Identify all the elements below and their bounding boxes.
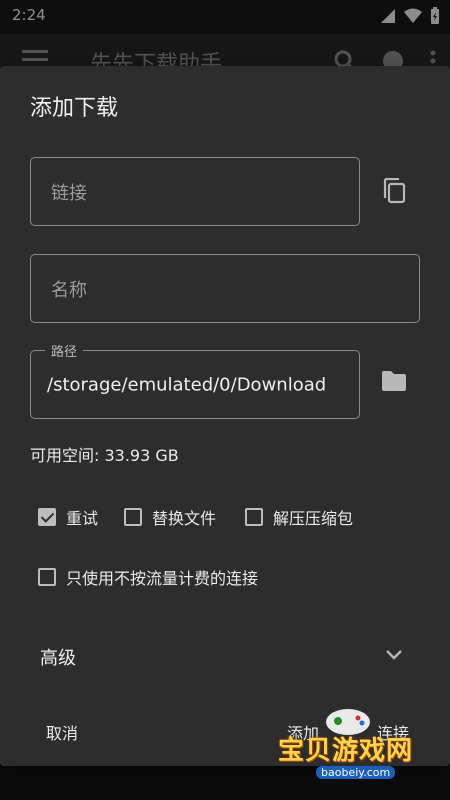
cancel-button[interactable]: 取消 [46, 720, 78, 744]
name-input[interactable]: 名称 [30, 254, 420, 323]
dialog-title: 添加下载 [30, 96, 119, 121]
retry-checkbox[interactable]: 重试 [38, 505, 98, 529]
unzip-checkbox-box[interactable] [245, 508, 263, 526]
watermark-logo: 宝贝游戏网 baobeiy.com [268, 700, 428, 786]
link-placeholder: 链接 [51, 182, 87, 204]
retry-label: 重试 [66, 509, 99, 528]
watermark-brand: 宝贝游戏网 [278, 736, 414, 766]
unzip-checkbox[interactable]: 解压压缩包 [245, 505, 353, 529]
replace-file-label: 替换文件 [152, 509, 217, 528]
name-placeholder: 名称 [51, 279, 87, 301]
watermark-url: baobeiy.com [316, 766, 396, 779]
link-input[interactable]: 链接 [30, 157, 360, 226]
paste-button[interactable] [374, 171, 414, 211]
path-value: /storage/emulated/0/Download [47, 374, 327, 395]
folder-icon [382, 371, 406, 391]
chevron-down-icon[interactable] [384, 644, 404, 666]
path-input[interactable]: 路径 /storage/emulated/0/Download [30, 341, 360, 419]
replace-file-checkbox[interactable]: 替换文件 [124, 505, 216, 529]
unmetered-only-checkbox-box[interactable] [38, 568, 56, 586]
copy-icon [383, 178, 406, 204]
unmetered-only-label: 只使用不按流量计费的连接 [66, 569, 259, 588]
path-label: 路径 [45, 341, 84, 360]
retry-checkbox-box[interactable] [38, 508, 56, 526]
choose-folder-button[interactable] [374, 361, 414, 401]
add-download-dialog: 添加下载 链接 名称 路径 /storage/emulated/0/Downlo… [0, 66, 450, 766]
advanced-section-toggle[interactable]: 高级 [40, 644, 76, 670]
unzip-label: 解压压缩包 [273, 509, 354, 528]
free-space-text: 可用空间: 33.93 GB [30, 446, 179, 465]
replace-file-checkbox-box[interactable] [124, 508, 142, 526]
unmetered-only-checkbox[interactable]: 只使用不按流量计费的连接 [38, 565, 258, 589]
